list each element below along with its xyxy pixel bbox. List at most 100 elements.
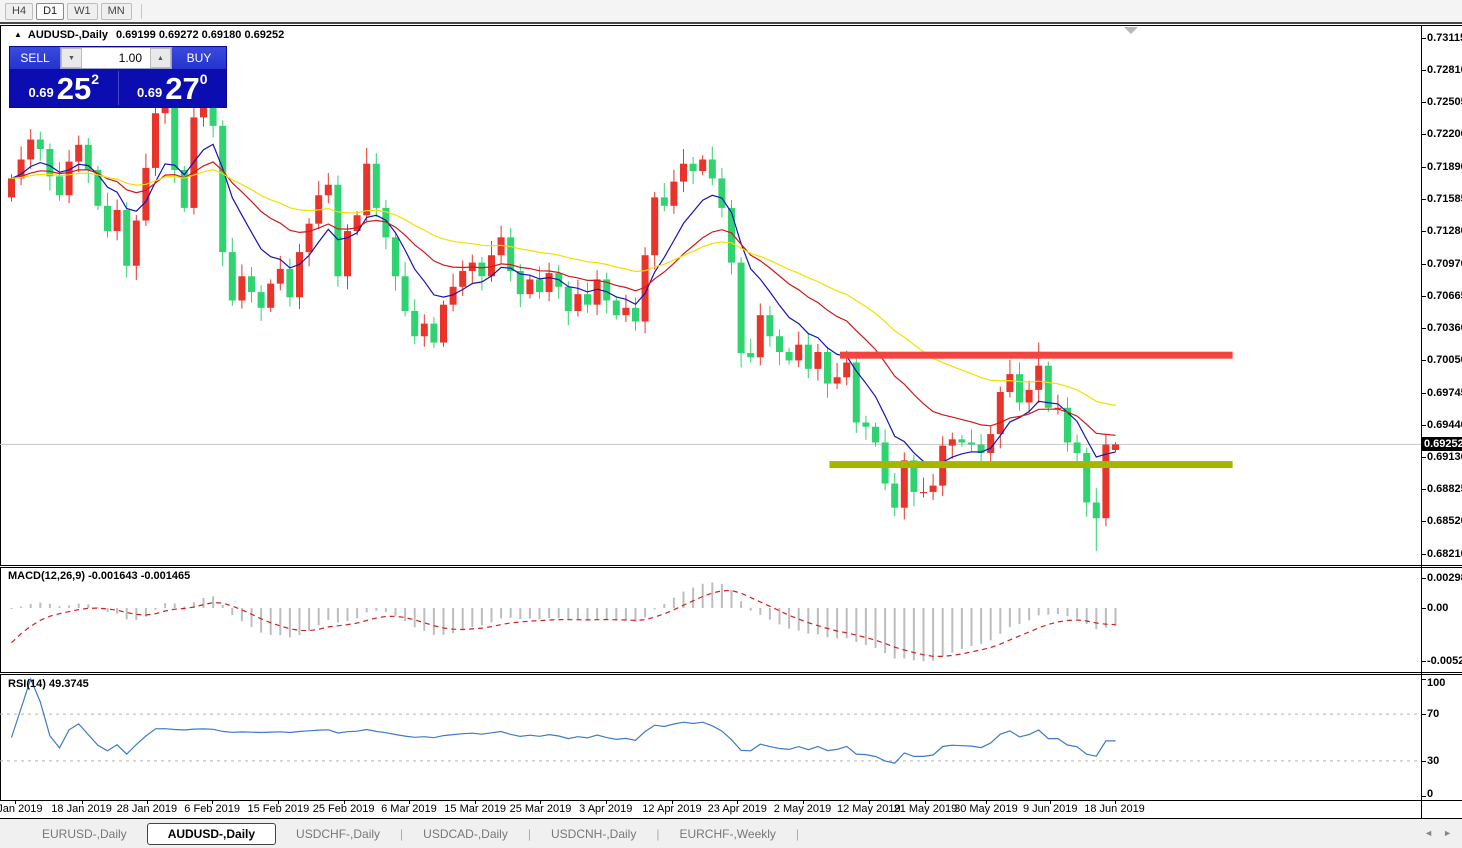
timeframe-button-mn[interactable]: MN xyxy=(101,3,132,20)
timeframe-button-w1[interactable]: W1 xyxy=(67,3,98,20)
date-tick-label: 6 Feb 2019 xyxy=(184,803,240,815)
date-tick-label: 15 Mar 2019 xyxy=(444,803,506,815)
chart-tabs: EURUSD-,DailyAUDUSD-,DailyUSDCHF-,Daily|… xyxy=(22,823,799,845)
sell-price-pips: 25 xyxy=(57,72,91,105)
price-tick xyxy=(1421,360,1426,361)
price-tick xyxy=(1421,264,1426,265)
toolbar-divider xyxy=(0,22,1462,24)
pane-splitter-rsi[interactable] xyxy=(0,672,1462,675)
chart-tab-usdcnh[interactable]: USDCNH-,Daily xyxy=(531,824,656,844)
rsi-indicator-chart[interactable] xyxy=(0,675,1421,800)
price-tick-label: 0.68825 xyxy=(1427,483,1462,495)
price-tick-label: 0.71280 xyxy=(1427,225,1462,237)
macd-label: MACD(12,26,9) -0.001643 -0.001465 xyxy=(8,570,190,582)
rsi-line xyxy=(12,679,1116,763)
date-tick-label: 3 Apr 2019 xyxy=(579,803,632,815)
price-tick xyxy=(1421,489,1426,490)
date-tick-label: 18 Jun 2019 xyxy=(1084,803,1145,815)
price-tick-label: 0.73115 xyxy=(1427,32,1462,44)
support-hline xyxy=(829,461,1232,468)
moving-average-line-8 xyxy=(12,144,1116,467)
volume-decrease-button[interactable]: ▼ xyxy=(61,48,82,68)
rsi-tick xyxy=(1421,761,1426,762)
timeframe-buttons: H4D1W1MN xyxy=(5,3,135,20)
date-tick-label: 21 May 2019 xyxy=(894,803,958,815)
macd-histogram xyxy=(11,583,1117,662)
price-tick-label: 0.72810 xyxy=(1427,64,1462,76)
chart-tab-audusd[interactable]: AUDUSD-,Daily xyxy=(147,823,276,845)
sell-price-point: 2 xyxy=(91,71,99,87)
rsi-name: RSI(14) xyxy=(8,678,46,690)
rsi-tick xyxy=(1421,714,1426,715)
rsi-value: 49.3745 xyxy=(49,678,89,690)
timeframe-button-h4[interactable]: H4 xyxy=(5,3,33,20)
rsi-tick xyxy=(1421,679,1426,680)
date-tick-label: 12 May 2019 xyxy=(837,803,901,815)
macd-tick-label: 0.00 xyxy=(1427,602,1448,614)
price-tick-label: 0.69745 xyxy=(1427,387,1462,399)
price-tick-label: 0.71585 xyxy=(1427,193,1462,205)
price-tick-label: 0.72505 xyxy=(1427,96,1462,108)
price-tick xyxy=(1421,521,1426,522)
moving-average-line-40 xyxy=(12,170,1116,406)
chart-tab-eurchf[interactable]: EURCHF-,Weekly xyxy=(659,824,795,844)
macd-tick xyxy=(1421,578,1426,579)
macd-indicator-chart[interactable] xyxy=(0,568,1421,672)
chart-tab-usdchf[interactable]: USDCHF-,Daily xyxy=(276,824,400,844)
current-price-badge: 0.69252 xyxy=(1422,437,1462,451)
timeframe-button-d1[interactable]: D1 xyxy=(36,3,64,20)
date-axis-border xyxy=(0,800,1462,801)
volume-input[interactable] xyxy=(82,48,150,68)
price-tick xyxy=(1421,199,1426,200)
price-tick xyxy=(1421,457,1426,458)
price-axis-border xyxy=(1421,25,1422,818)
one-click-trading-panel: SELL ▼ ▲ BUY 0.69 25 2 0.69 27 0 xyxy=(10,47,226,107)
rsi-label: RSI(14) 49.3745 xyxy=(8,678,89,690)
macd-signal-line xyxy=(12,591,1116,657)
price-tick xyxy=(1421,328,1426,329)
buy-price-prefix: 0.69 xyxy=(137,85,162,105)
volume-increase-button[interactable]: ▲ xyxy=(150,48,171,68)
price-tick xyxy=(1421,393,1426,394)
chart-tab-eurusd[interactable]: EURUSD-,Daily xyxy=(22,824,147,844)
tab-scroll-left-icon[interactable]: ◄ xyxy=(1424,828,1433,838)
macd-tick-label: -0.005256 xyxy=(1427,655,1462,667)
rsi-tick-label: 30 xyxy=(1427,755,1439,767)
tab-scroll-right-icon[interactable]: ► xyxy=(1443,828,1452,838)
price-tick-label: 0.70360 xyxy=(1427,322,1462,334)
candles xyxy=(8,59,1119,551)
volume-box: ▼ ▲ xyxy=(60,47,172,69)
macd-tick xyxy=(1421,608,1426,609)
chart-title: ▲ AUDUSD-,Daily 0.69199 0.69272 0.69180 0.… xyxy=(14,29,284,41)
sell-button[interactable]: SELL xyxy=(10,47,60,69)
price-tick xyxy=(1421,231,1426,232)
tab-scroll-nav: ◄ ► xyxy=(1424,828,1452,838)
price-tick-label: 0.72200 xyxy=(1427,128,1462,140)
ohlc-values: 0.69199 0.69272 0.69180 0.69252 xyxy=(116,29,284,41)
date-tick-label: 6 Mar 2019 xyxy=(381,803,437,815)
buy-button[interactable]: BUY xyxy=(172,47,226,69)
rsi-tick xyxy=(1421,796,1426,797)
buy-price-pips: 27 xyxy=(165,72,199,105)
rsi-tick-label: 0 xyxy=(1427,788,1433,800)
price-tick xyxy=(1421,167,1426,168)
one-click-toggle-icon[interactable]: ▲ xyxy=(14,30,22,39)
timeframe-toolbar: H4D1W1MN xyxy=(0,0,1462,22)
pane-splitter-macd[interactable] xyxy=(0,565,1462,568)
sell-price-display[interactable]: 0.69 25 2 xyxy=(10,71,119,105)
macd-name: MACD(12,26,9) xyxy=(8,570,85,582)
price-tick-label: 0.70050 xyxy=(1427,354,1462,366)
price-tick-label: 0.68520 xyxy=(1427,515,1462,527)
rsi-tick-label: 100 xyxy=(1427,677,1445,689)
price-tick-label: 0.69440 xyxy=(1427,419,1462,431)
date-tick-label: 9 Jan 2019 xyxy=(0,803,43,815)
sell-price-prefix: 0.69 xyxy=(28,85,53,105)
symbol-period-label: AUDUSD-,Daily xyxy=(28,29,108,41)
price-tick xyxy=(1421,102,1426,103)
buy-price-display[interactable]: 0.69 27 0 xyxy=(119,71,227,105)
chart-tabstrip: EURUSD-,DailyAUDUSD-,DailyUSDCHF-,Daily|… xyxy=(0,819,1462,848)
chart-tab-usdcad[interactable]: USDCAD-,Daily xyxy=(403,824,528,844)
price-tick-label: 0.71890 xyxy=(1427,161,1462,173)
resistance-hline xyxy=(840,352,1233,359)
date-tick-label: 18 Jan 2019 xyxy=(51,803,112,815)
